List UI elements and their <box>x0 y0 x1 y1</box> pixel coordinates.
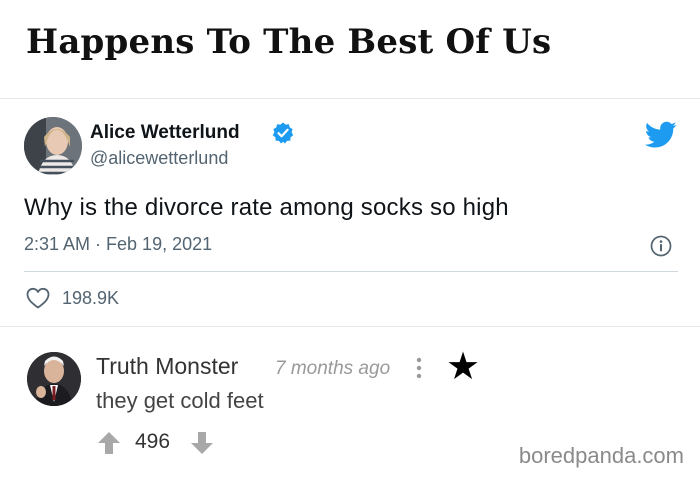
like-count: 198.9K <box>62 288 120 308</box>
tweet-divider <box>24 271 678 272</box>
star-icon[interactable]: ★ <box>446 347 480 387</box>
more-options-icon[interactable] <box>412 356 426 380</box>
tweet-author-name[interactable]: Alice Wetterlund <box>90 122 240 144</box>
avatar-photo <box>24 117 82 175</box>
comment-author-name[interactable]: Truth Monster <box>96 353 238 380</box>
info-icon[interactable] <box>650 235 672 257</box>
divider <box>0 326 700 327</box>
tweet-timestamp[interactable]: 2:31 AM · Feb 19, 2021 <box>24 234 212 255</box>
upvote-arrow-icon[interactable] <box>96 430 122 456</box>
watermark: boredpanda.com <box>518 443 684 468</box>
vote-count: 496 <box>135 430 171 453</box>
downvote-arrow-icon[interactable] <box>189 430 215 456</box>
tweet-author-handle[interactable]: @alicewetterlund <box>90 148 228 169</box>
tweet-author-avatar[interactable] <box>24 117 82 175</box>
comment-author-avatar[interactable] <box>27 352 81 406</box>
verified-badge-icon <box>272 122 294 144</box>
embedded-tweet: Alice Wetterlund @alicewetterlund Why is… <box>0 99 700 326</box>
avatar-photo <box>27 352 81 406</box>
tweet-text: Why is the divorce rate among socks so h… <box>24 194 509 221</box>
comment-text: they get cold feet <box>96 388 264 413</box>
page-title: Happens To The Best Of Us <box>26 22 552 62</box>
comment-time: 7 months ago <box>275 358 391 379</box>
heart-icon[interactable] <box>26 287 50 309</box>
twitter-bird-icon[interactable] <box>645 121 677 149</box>
